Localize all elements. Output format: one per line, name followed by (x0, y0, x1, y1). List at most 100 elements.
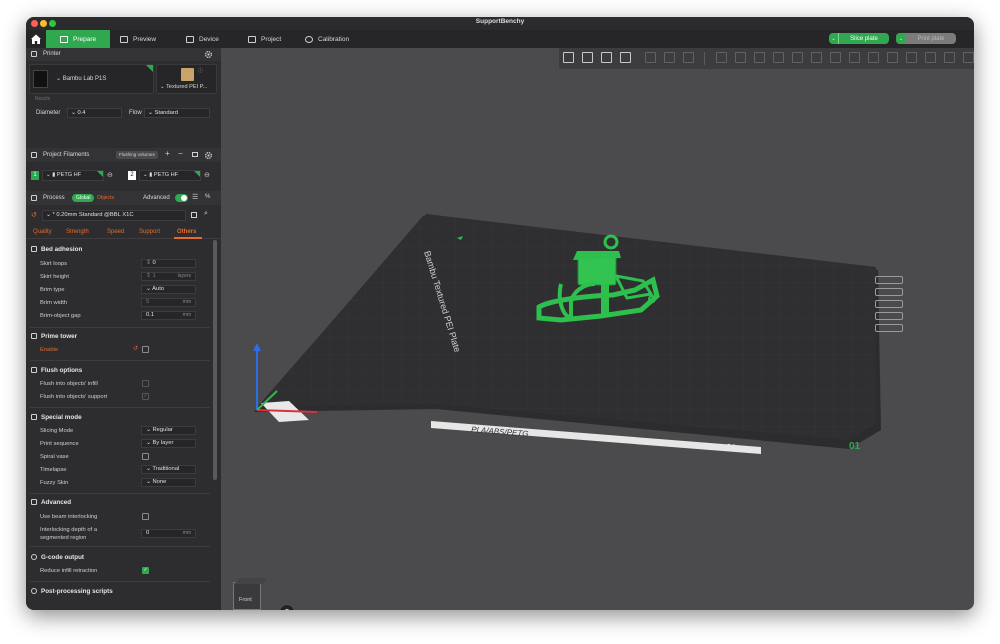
plate-delete-icon[interactable] (875, 276, 903, 284)
bed-adhesion-icon (31, 246, 37, 252)
add-filament-icon[interactable]: + (165, 149, 170, 158)
remove-filament-icon[interactable]: − (178, 149, 183, 158)
printer-thumbnail (33, 70, 48, 88)
plate-lock-icon[interactable] (875, 312, 903, 320)
settings-scrollbar[interactable] (213, 240, 217, 480)
calibration-icon (305, 35, 313, 43)
spiral-vase-checkbox[interactable] (142, 453, 149, 460)
plate-settings-icon[interactable] (875, 324, 903, 332)
filament-settings-icon[interactable] (204, 151, 213, 160)
global-toggle[interactable]: Global (72, 194, 95, 202)
brim-gap-input[interactable]: 0.1 mm (141, 311, 196, 320)
skirt-height-input[interactable]: ⇕ 1 layers (141, 272, 196, 281)
printer-selector[interactable]: ⌄ Bambu Lab P1S (29, 64, 154, 94)
subtab-others[interactable]: Others (177, 229, 196, 235)
plate-strip-text: PLA/ABS/PETG (471, 425, 529, 438)
slice-plate-button[interactable]: ⌄ Slice plate (829, 33, 889, 44)
active-subtab-indicator (174, 237, 202, 239)
tab-calibration[interactable]: Calibration (305, 30, 375, 48)
list-view-icon[interactable]: ☰ (192, 193, 198, 201)
advanced-switch[interactable] (175, 194, 188, 202)
plate-orient-icon[interactable] (875, 288, 903, 296)
print-dropdown-icon[interactable]: ⌄ (896, 33, 906, 44)
gcode-icon (31, 554, 37, 560)
filament-row: 1 ⌄ ▮ PETG HF ⊖ 2 ⌄ ▮ PETG HF ⊖ (26, 170, 221, 183)
window-title: SupportBenchy (475, 18, 525, 25)
process-icon (31, 195, 37, 201)
save-preset-icon[interactable] (191, 212, 197, 218)
filament-1-swatch[interactable]: 1 (31, 171, 39, 180)
special-mode-icon (31, 414, 37, 420)
subtab-support[interactable]: Support (139, 229, 160, 235)
tab-project[interactable]: Project (248, 30, 298, 48)
skirt-loops-input[interactable]: ⇕ 0 (141, 259, 196, 268)
filament-1-remove-icon[interactable]: ⊖ (107, 171, 113, 179)
objects-toggle[interactable]: Objects (97, 195, 114, 201)
settings-sidebar: Printer ⌄ Bambu Lab P1S ⓘ ⌄ Textured PEI… (26, 48, 221, 610)
reset-enable-icon[interactable]: ↺ (133, 345, 138, 352)
prime-tower-icon (31, 333, 37, 339)
filament-2-swatch[interactable]: 2 (128, 171, 136, 180)
process-preset-select[interactable]: ⌄ * 0.20mm Standard @BBL X1C (42, 210, 186, 221)
brim-type-select[interactable]: ⌄ Auto (141, 285, 196, 294)
process-subtabs: Quality Strength Speed Support Others (26, 226, 221, 239)
subtab-strength[interactable]: Strength (66, 229, 89, 235)
print-plate-button[interactable]: ⌄ Print plate (896, 33, 956, 44)
gear-icon[interactable] (204, 50, 213, 59)
flow-select[interactable]: ⌄ Standard (144, 108, 210, 118)
3d-viewport[interactable]: PLA/ABS/PETG 01 Bambu Textured PEI Plate… (221, 48, 974, 610)
plate-number-text: 01 (726, 442, 737, 453)
filament-1-select[interactable]: ⌄ ▮ PETG HF (42, 170, 104, 181)
cube-icon (60, 35, 68, 43)
slice-dropdown-icon[interactable]: ⌄ (829, 33, 839, 44)
main-tab-bar: Prepare Preview Device Project Calibrati… (26, 30, 974, 48)
sync-filament-icon[interactable] (192, 152, 198, 157)
beam-interlocking-checkbox[interactable] (142, 513, 149, 520)
flushing-volumes-button[interactable]: Flushing volumes (116, 151, 158, 159)
view-cube-front-label: Front (239, 597, 252, 603)
filament-2-select[interactable]: ⌄ ▮ PETG HF (139, 170, 201, 181)
printer-sync-corner (146, 65, 153, 72)
preset-row: ↺ ⌄ * 0.20mm Standard @BBL X1C ⌕ (26, 209, 221, 223)
interlocking-depth-input[interactable]: 0 mm (141, 529, 196, 538)
build-plate-scene: PLA/ABS/PETG 01 Bambu Textured PEI Plate… (253, 214, 881, 454)
post-processing-icon (31, 588, 37, 594)
device-icon (186, 35, 194, 43)
print-sequence-select[interactable]: ⌄ By layer (141, 439, 196, 448)
tab-preview[interactable]: Preview (120, 30, 170, 48)
filament-icon (31, 152, 37, 158)
layers-icon (120, 35, 128, 43)
advanced-icon (31, 499, 37, 505)
reduce-retraction-checkbox[interactable]: ✓ (142, 567, 149, 574)
diameter-select[interactable]: ⌄ 0.4 (67, 108, 122, 118)
search-icon[interactable]: ⌕ (204, 210, 208, 218)
printer-header: Printer (26, 48, 221, 61)
view-cube[interactable]: Front (231, 576, 268, 610)
plate-info-icon[interactable]: ⓘ (198, 67, 203, 74)
subtab-quality[interactable]: Quality (33, 229, 52, 235)
plate-selector[interactable]: ⓘ ⌄ Textured PEI P... (156, 64, 217, 94)
plate-thumbnail (181, 68, 194, 81)
slicing-mode-select[interactable]: ⌄ Regular (141, 426, 196, 435)
home-icon[interactable] (29, 32, 43, 46)
plate-arrange-icon[interactable] (875, 300, 903, 308)
process-header: Process Global Objects Advanced ☰ % (26, 191, 221, 205)
nozzle-row: Diameter ⌄ 0.4 Flow ⌄ Standard (26, 106, 221, 121)
flush-icon (31, 367, 37, 373)
filament-2-remove-icon[interactable]: ⊖ (204, 171, 210, 179)
subtab-speed[interactable]: Speed (107, 229, 124, 235)
title-bar: SupportBenchy (26, 17, 974, 30)
plate-index-label: 01 (849, 441, 861, 452)
project-icon (248, 35, 256, 43)
printer-icon (31, 51, 37, 57)
tab-device[interactable]: Device (186, 30, 236, 48)
prime-tower-enable-checkbox[interactable] (142, 346, 149, 353)
reset-preset-icon[interactable]: ↺ (31, 211, 37, 219)
brim-width-input[interactable]: 5 mm (141, 298, 196, 307)
flush-infill-checkbox[interactable] (142, 380, 149, 387)
timelapse-select[interactable]: ⌄ Traditional (141, 465, 196, 474)
flush-support-checkbox[interactable]: ✓ (142, 393, 149, 400)
percent-icon[interactable]: % (205, 194, 210, 200)
fuzzy-skin-select[interactable]: ⌄ None (141, 478, 196, 487)
tab-prepare[interactable]: Prepare (46, 30, 110, 48)
